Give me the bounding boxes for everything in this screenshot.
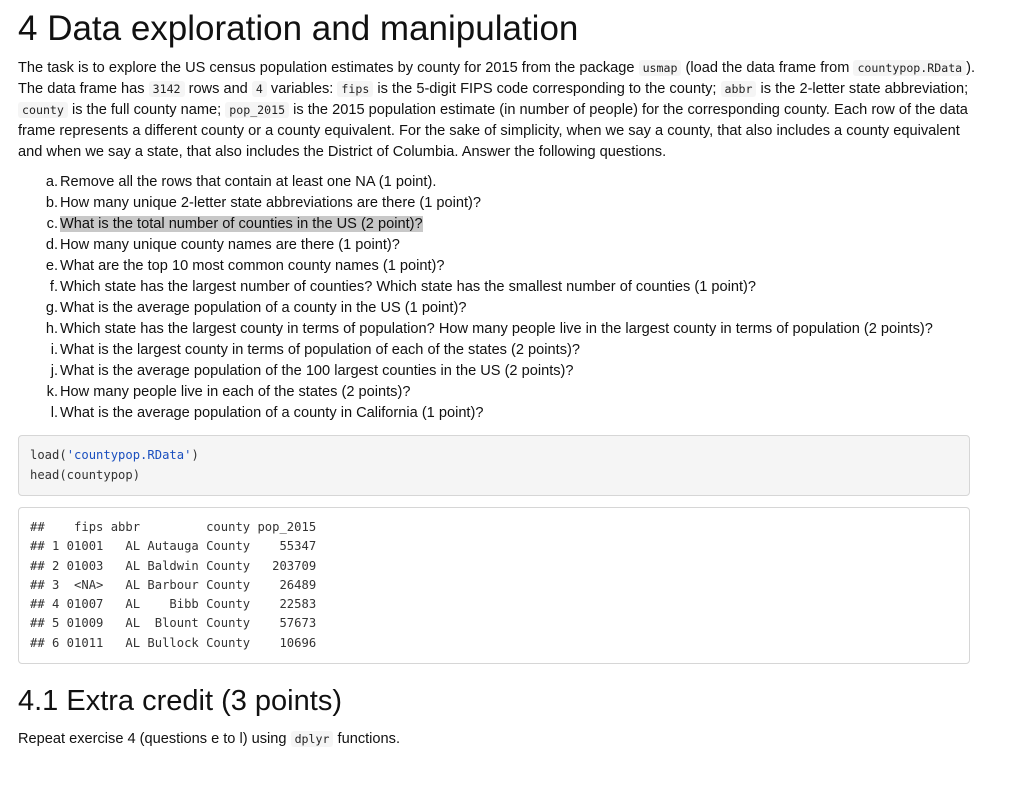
question-marker: g.: [45, 300, 58, 316]
question-text: How many unique county names are there (…: [60, 237, 400, 253]
question-marker: j.: [50, 363, 58, 379]
question-item: g. What is the average population of a co…: [18, 298, 978, 319]
code-line: load('countypop.RData'): [30, 448, 199, 462]
output-line: ## 1 01001 AL Autauga County 55347: [30, 539, 317, 554]
question-item: c. What is the total number of counties i…: [18, 214, 978, 235]
question-item: i. What is the largest county in terms of…: [18, 340, 978, 361]
section-title: 4 Data exploration and manipulation: [18, 9, 579, 48]
intro-text: rows and: [184, 81, 252, 97]
question-text: What is the largest county in terms of p…: [60, 342, 580, 358]
question-marker: e.: [45, 258, 58, 274]
question-item: b. How many unique 2-letter state abbrevi…: [18, 193, 978, 214]
question-text: How many unique 2-letter state abbreviat…: [60, 195, 482, 211]
inline-code-pop: pop_2015: [225, 102, 290, 118]
output-line: ## 5 01009 AL Blount County 57673: [30, 616, 317, 631]
question-text: What is the average population of a coun…: [60, 300, 467, 316]
question-item: j. What is the average population of the …: [18, 361, 978, 382]
question-text: How many people live in each of the stat…: [60, 384, 411, 400]
question-text: Which state has the largest county in te…: [60, 321, 933, 337]
inline-code-filename: countypop.RData: [853, 60, 967, 76]
output-block[interactable]: ## fips abbr county pop_2015 ## 1 01001 …: [18, 507, 970, 664]
code-block[interactable]: load('countypop.RData') head(countypop): [18, 435, 970, 496]
question-marker: h.: [45, 321, 58, 337]
output-line: ## 4 01007 AL Bibb County 22583: [30, 597, 317, 612]
inline-code-abbr: abbr: [720, 81, 757, 97]
intro-text: is the 2-letter state abbreviation;: [756, 81, 969, 97]
question-marker: c.: [46, 216, 58, 232]
code-string: 'countypop.RData': [66, 448, 192, 462]
question-item: d. How many unique county names are there…: [18, 235, 978, 256]
subsection-title: 4.1 Extra credit (3 points): [18, 685, 342, 717]
question-item: f. Which state has the largest number of …: [18, 277, 978, 298]
extra-text: functions.: [333, 731, 401, 747]
question-text-selected: What is the total number of counties in …: [60, 216, 423, 232]
intro-text: variables:: [266, 81, 338, 97]
question-marker: a.: [45, 174, 58, 190]
output-line: ## fips abbr county pop_2015: [30, 520, 317, 534]
output-line: ## 6 01011 AL Bullock County 10696: [30, 635, 317, 650]
question-item: a. Remove all the rows that contain at le…: [18, 172, 978, 193]
inline-code-usmap: usmap: [638, 60, 682, 76]
intro-paragraph: The task is to explore the US census pop…: [18, 58, 978, 163]
question-marker: f.: [49, 279, 58, 295]
question-text: Which state has the largest number of co…: [60, 279, 756, 295]
question-marker: b.: [45, 195, 58, 211]
intro-text: (load the data frame from: [681, 60, 854, 76]
intro-text: is the 5-digit FIPS code corresponding t…: [373, 81, 721, 97]
question-marker: i.: [50, 342, 58, 358]
output-line: ## 3 <NA> AL Barbour County 26489: [30, 577, 317, 592]
question-item: e. What are the top 10 most common county…: [18, 256, 978, 277]
inline-code-county: county: [18, 102, 68, 118]
document-page: 4 Data exploration and manipulation The …: [18, 0, 978, 750]
inline-code-vars: 4: [251, 81, 267, 97]
inline-code-fips: fips: [337, 81, 374, 97]
extra-text: Repeat exercise 4 (questions e to l) usi…: [18, 731, 291, 747]
output-line: ## 2 01003 AL Baldwin County 203709: [30, 558, 317, 573]
question-text: What is the average population of a coun…: [60, 405, 484, 421]
question-marker: d.: [45, 237, 58, 253]
question-list: a. Remove all the rows that contain at le…: [18, 172, 978, 424]
question-text: Remove all the rows that contain at leas…: [60, 174, 437, 190]
question-text: What is the average population of the 10…: [60, 363, 574, 379]
extra-paragraph: Repeat exercise 4 (questions e to l) usi…: [18, 729, 978, 750]
inline-code-rows: 3142: [148, 81, 185, 97]
question-item: l. What is the average population of a co…: [18, 403, 978, 424]
question-text: What are the top 10 most common county n…: [60, 258, 445, 274]
code-paren: ): [191, 448, 199, 462]
question-item: h. Which state has the largest county in …: [18, 319, 978, 340]
question-marker: l.: [50, 405, 58, 421]
inline-code-dplyr: dplyr: [290, 731, 334, 747]
code-line: head(countypop): [30, 467, 141, 482]
code-fn: load(: [30, 448, 67, 462]
intro-text: is the full county name;: [67, 102, 226, 118]
intro-text: The task is to explore the US census pop…: [18, 60, 639, 76]
question-item: k. How many people live in each of the st…: [18, 382, 978, 403]
question-marker: k.: [46, 384, 58, 400]
